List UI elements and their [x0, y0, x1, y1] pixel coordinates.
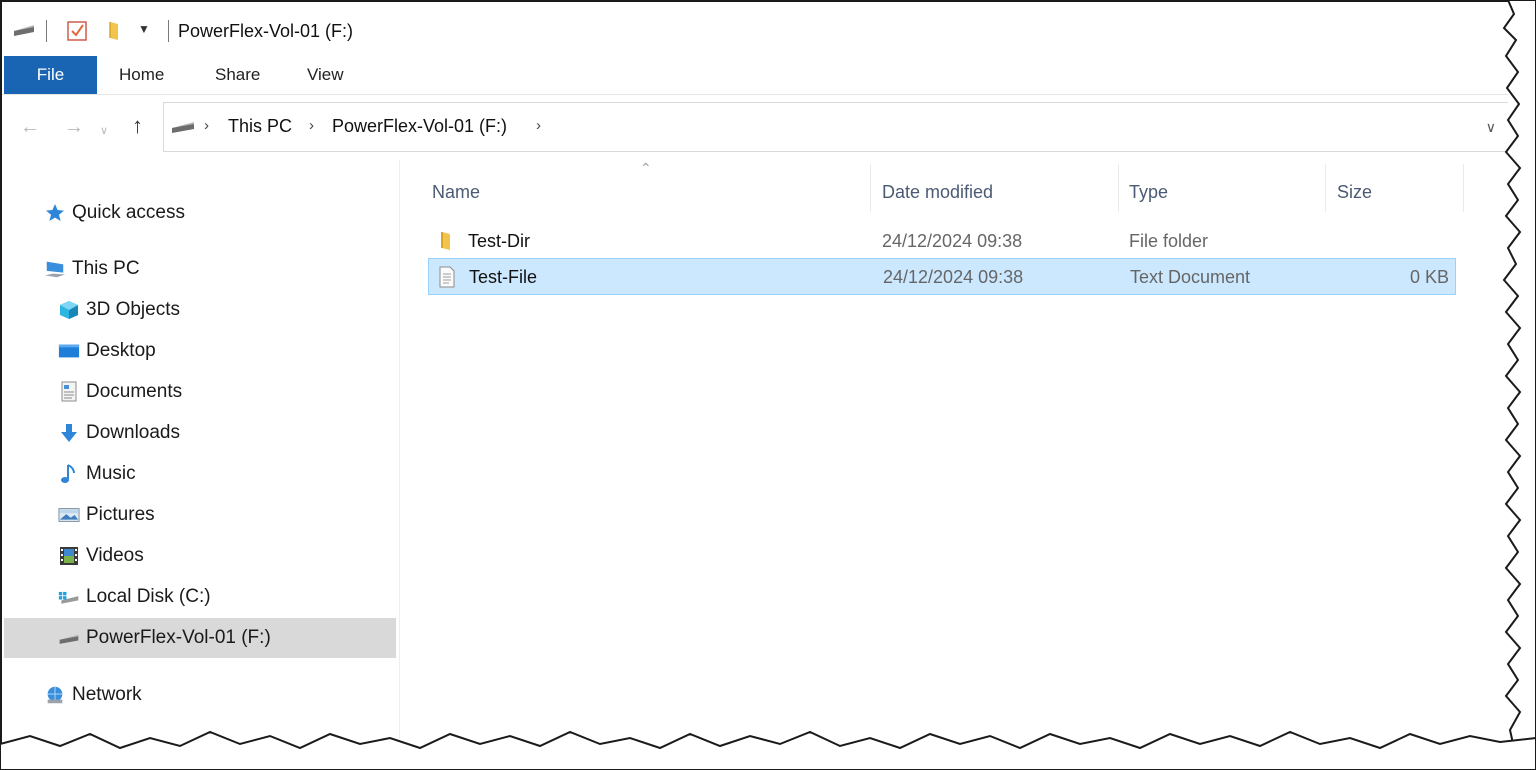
file-date-modified: 24/12/2024 09:38	[882, 231, 1023, 251]
sidebar-item-quick-access[interactable]: Quick access	[44, 193, 185, 233]
toolbar-separator	[168, 20, 169, 42]
sidebar-item-label: This PC	[72, 258, 140, 279]
column-divider[interactable]	[1118, 164, 1119, 212]
drive-icon	[170, 120, 196, 139]
text-file-icon	[437, 266, 457, 293]
sidebar-item-downloads[interactable]: Downloads	[58, 413, 180, 453]
computer-icon	[44, 258, 66, 280]
breadcrumb-current-drive[interactable]: PowerFlex-Vol-01 (F:)	[332, 116, 507, 137]
windows-drive-icon	[58, 586, 80, 608]
sidebar-item-music[interactable]: Music	[58, 454, 136, 494]
file-size: 0 KB	[1409, 267, 1449, 287]
sort-ascending-icon: ⌃	[640, 160, 652, 176]
column-divider[interactable]	[1325, 164, 1326, 212]
breadcrumb-chevron-icon[interactable]: ›	[536, 117, 541, 134]
sidebar-item-label: Local Disk (C:)	[86, 586, 211, 607]
up-arrow-icon[interactable]: ↑	[132, 113, 143, 139]
file-row[interactable]: Test-Dir 24/12/2024 09:38 File folder	[428, 223, 1456, 260]
column-header-type[interactable]: Type	[1129, 172, 1168, 212]
sidebar-item-label: 3D Objects	[86, 299, 180, 320]
videos-icon	[58, 545, 80, 567]
sidebar-item-label: Videos	[86, 545, 144, 566]
documents-icon	[58, 381, 80, 403]
breadcrumb-this-pc[interactable]: This PC	[228, 116, 292, 137]
file-list-pane: ⌃ Name Date modified Type Size Test-Dir …	[400, 160, 1508, 748]
tab-view[interactable]: View	[307, 56, 344, 94]
drive-icon	[58, 627, 80, 649]
3d-objects-icon	[58, 299, 80, 321]
file-name: Test-File	[469, 267, 538, 287]
sidebar-item-label: Documents	[86, 381, 183, 402]
pictures-icon	[58, 504, 80, 526]
file-type: Text Document	[1130, 267, 1251, 287]
file-row-selected[interactable]: Test-File 24/12/2024 09:38 Text Document…	[428, 258, 1456, 295]
title-bar: ▼ PowerFlex-Vol-01 (F:)	[2, 2, 1508, 60]
sidebar-item-desktop[interactable]: Desktop	[58, 331, 156, 371]
sidebar-item-label: Pictures	[86, 504, 155, 525]
column-header-name[interactable]: Name	[432, 172, 480, 212]
sidebar-item-documents[interactable]: Documents	[58, 372, 182, 412]
download-arrow-icon	[58, 422, 80, 444]
drive-icon	[12, 23, 36, 42]
sidebar-item-3d-objects[interactable]: 3D Objects	[58, 290, 180, 330]
sidebar-item-videos[interactable]: Videos	[58, 536, 144, 576]
desktop-icon	[58, 340, 80, 362]
back-arrow-icon[interactable]: ←	[20, 116, 40, 139]
network-icon	[44, 684, 66, 706]
star-icon	[44, 202, 66, 224]
sidebar-item-local-disk-c[interactable]: Local Disk (C:)	[58, 577, 211, 617]
tab-home[interactable]: Home	[119, 56, 164, 94]
breadcrumb-chevron-icon[interactable]: ›	[309, 117, 314, 134]
new-folder-icon[interactable]	[106, 20, 126, 47]
sidebar-item-label: Downloads	[86, 422, 180, 443]
column-header-date-modified[interactable]: Date modified	[882, 172, 993, 212]
properties-icon[interactable]	[66, 20, 88, 47]
recent-locations-icon[interactable]: ∨	[100, 124, 108, 137]
navigation-bar: ← → ∨ ↑ › This PC › PowerFlex-Vol-01 (F:…	[2, 98, 1508, 158]
file-name: Test-Dir	[468, 231, 530, 251]
torn-edge-bottom	[0, 730, 1536, 770]
sidebar-item-label: Quick access	[72, 202, 185, 223]
file-explorer-window: ▼ PowerFlex-Vol-01 (F:) File Home Share …	[0, 0, 1508, 748]
sidebar-item-network[interactable]: Network	[44, 675, 142, 715]
sidebar-item-pictures[interactable]: Pictures	[58, 495, 155, 535]
customize-toolbar-icon[interactable]: ▼	[138, 22, 150, 36]
sidebar-item-powerflex-vol-01[interactable]: PowerFlex-Vol-01 (F:)	[4, 618, 396, 658]
sidebar-item-this-pc[interactable]: This PC	[44, 249, 140, 289]
breadcrumb-chevron-icon[interactable]: ›	[204, 117, 209, 134]
torn-edge-right	[1502, 0, 1536, 770]
sidebar-item-label: Network	[72, 684, 142, 705]
column-divider[interactable]	[1463, 164, 1464, 212]
address-bar[interactable]: › This PC › PowerFlex-Vol-01 (F:) › ∨	[163, 102, 1508, 152]
forward-arrow-icon[interactable]: →	[64, 116, 84, 139]
folder-icon	[436, 230, 456, 257]
music-note-icon	[58, 463, 80, 485]
tab-share[interactable]: Share	[215, 56, 260, 94]
toolbar-separator	[46, 20, 47, 42]
sidebar-item-label: Music	[86, 463, 136, 484]
column-divider[interactable]	[870, 164, 871, 212]
window-title: PowerFlex-Vol-01 (F:)	[178, 21, 354, 41]
tab-file[interactable]: File	[4, 56, 97, 94]
column-header-size[interactable]: Size	[1337, 172, 1372, 212]
ribbon-tabs: File Home Share View	[2, 56, 1508, 95]
sidebar-item-label: PowerFlex-Vol-01 (F:)	[86, 627, 271, 648]
file-type: File folder	[1129, 231, 1209, 251]
file-date-modified: 24/12/2024 09:38	[883, 267, 1024, 287]
navigation-pane: Quick access This PC 3D Objects Desktop …	[2, 160, 400, 748]
sidebar-item-label: Desktop	[86, 340, 156, 361]
